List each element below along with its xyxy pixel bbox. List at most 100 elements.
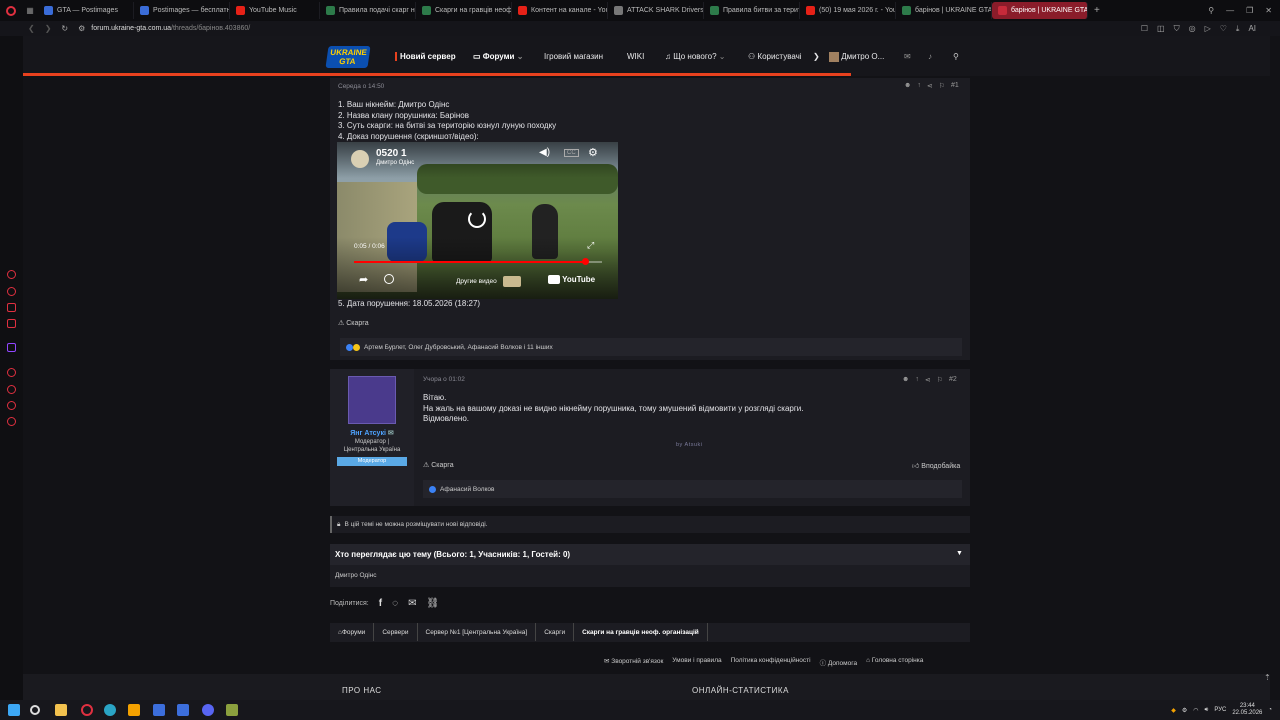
post-time[interactable]: Учора о 01:02 xyxy=(423,376,465,383)
browser-tab[interactable]: YouTube Music xyxy=(230,2,320,19)
lang-indicator[interactable]: РУС xyxy=(1214,707,1226,713)
sidebar-music-icon[interactable] xyxy=(7,368,16,377)
nav-shop[interactable]: Ігровий магазин xyxy=(544,52,603,61)
nav-new-server[interactable]: Новий сервер xyxy=(395,52,456,61)
video-scrubber[interactable] xyxy=(581,258,589,265)
report-link[interactable]: ⚠ Скарга xyxy=(338,319,369,327)
react-icon[interactable]: ☻ xyxy=(904,82,911,90)
tray-icon[interactable]: ⚙ xyxy=(1182,707,1187,714)
browser-tab[interactable]: Скарги на гравців неоф. xyxy=(416,2,512,19)
footer-link[interactable]: Умови і правила xyxy=(672,657,721,667)
sidebar-pin-icon[interactable] xyxy=(7,401,16,410)
footer-link[interactable]: Політика конфіденційності xyxy=(731,657,811,667)
nav-wiki[interactable]: WIKI xyxy=(627,52,644,61)
footer-link[interactable]: ⓘ Допомога xyxy=(820,657,857,667)
scroll-top-icon[interactable]: ⇡ xyxy=(1264,673,1271,682)
react-icon[interactable]: ☻ xyxy=(902,376,909,384)
footer-link[interactable]: ✉ Зворотній зв'язок xyxy=(604,657,663,667)
browser-tab[interactable]: GTA — Postimages xyxy=(38,2,134,19)
browser-tab[interactable]: (50) 19 мая 2026 г. - YouT xyxy=(800,2,896,19)
nav-user-account[interactable]: Дмитро О... xyxy=(829,52,884,62)
back-icon[interactable]: ❮ xyxy=(28,24,35,33)
browser-tab[interactable]: Правила битви за терито xyxy=(704,2,800,19)
sidebar-settings-icon[interactable] xyxy=(7,417,16,426)
sidebar-twitch-icon[interactable] xyxy=(7,343,16,352)
watch-later-icon[interactable] xyxy=(384,274,394,284)
report-link[interactable]: ⚠ Скарга xyxy=(423,461,454,469)
nav-forums[interactable]: ▭ Форуми ⌄ xyxy=(473,52,523,61)
forward-icon[interactable]: ❯ xyxy=(45,24,52,33)
user-avatar[interactable] xyxy=(348,376,396,424)
youtube-embed[interactable]: 0520 1 Дмитро Одінс ◀︎) CC ⚙ 0:05 / 0:06… xyxy=(337,142,618,299)
edge-icon[interactable] xyxy=(104,704,116,716)
search-taskbar-icon[interactable] xyxy=(30,705,40,715)
browser-tab[interactable]: Postimages — бесплатны xyxy=(134,2,230,19)
up-icon[interactable]: ↑ xyxy=(915,376,919,384)
collapse-icon[interactable]: ▼ xyxy=(956,550,963,557)
app-icon[interactable] xyxy=(153,704,165,716)
search-tabs-icon[interactable]: ⚲ xyxy=(1208,6,1214,15)
heart-icon[interactable]: ♡ xyxy=(1220,24,1227,34)
youtube-logo[interactable]: YouTube xyxy=(548,275,595,285)
breadcrumb-item[interactable]: Сервер №1 [Центральна Україна] xyxy=(418,623,537,641)
video-channel[interactable]: Дмитро Одінс xyxy=(376,160,414,166)
wifi-icon[interactable]: ◠ xyxy=(1193,707,1198,714)
facebook-icon[interactable]: f xyxy=(379,598,382,609)
search-icon[interactable]: ⚲ xyxy=(953,52,959,61)
other-videos-button[interactable]: Другие видео xyxy=(456,276,521,287)
clock[interactable]: 23:44 22.05.2026 xyxy=(1232,703,1262,717)
bookmark-icon[interactable]: ⚐ xyxy=(937,376,943,384)
shield-icon[interactable]: ⛉ xyxy=(1174,24,1180,34)
maximize-icon[interactable]: ❐ xyxy=(1246,6,1253,15)
share-icon[interactable]: ⋖ xyxy=(927,82,933,90)
site-logo[interactable]: UKRAINE GTA xyxy=(325,46,371,68)
breadcrumb-item[interactable]: Скарги на гравців неоф. організацій xyxy=(574,623,708,641)
breadcrumb-item[interactable]: Сервери xyxy=(374,623,418,641)
post-time[interactable]: Середа о 14:50 xyxy=(338,83,384,90)
up-icon[interactable]: ↑ xyxy=(917,82,921,90)
video-title[interactable]: 0520 1 xyxy=(376,148,407,159)
opera-menu-icon[interactable] xyxy=(0,0,22,21)
replay-icon[interactable] xyxy=(468,210,486,228)
nav-scroll-right-icon[interactable]: ❯ xyxy=(813,52,820,61)
volume-icon[interactable]: ◀︎) xyxy=(539,147,550,158)
sidebar-history-icon[interactable] xyxy=(7,385,16,394)
link-icon[interactable]: ⛓ xyxy=(426,598,439,609)
reload-icon[interactable]: ↻ xyxy=(61,24,68,33)
url-field[interactable]: forum.ukraine-gta.com.ua/threads/барінов… xyxy=(91,25,250,32)
fullscreen-icon[interactable]: ⤢ xyxy=(587,240,594,251)
share-video-icon[interactable]: ➦ xyxy=(359,273,368,286)
app-icon[interactable] xyxy=(226,704,238,716)
settings-icon[interactable]: ⚙ xyxy=(588,146,598,159)
share-icon[interactable]: ⋖ xyxy=(925,376,931,384)
breadcrumb-item[interactable]: Скарги xyxy=(536,623,575,641)
discord-icon[interactable] xyxy=(202,704,214,716)
post-number[interactable]: #2 xyxy=(949,376,957,384)
tray-icon[interactable]: ◆ xyxy=(1171,707,1176,714)
volume-tray-icon[interactable]: 🔊︎ xyxy=(1205,707,1209,714)
whatsapp-icon[interactable]: ◌ xyxy=(392,598,398,609)
browser-tab[interactable]: барінов | UKRAINE GTA xyxy=(896,2,992,19)
explorer-icon[interactable] xyxy=(55,704,67,716)
opera-taskbar-icon[interactable] xyxy=(81,704,93,716)
sidebar-shop-icon[interactable] xyxy=(7,287,16,296)
post-number[interactable]: #1 xyxy=(951,82,959,90)
footer-link[interactable]: ⌂ Головна сторінка xyxy=(866,657,923,667)
reaction-bar[interactable]: Афанасий Волков xyxy=(423,480,962,498)
sidebar-app-icon[interactable] xyxy=(7,319,16,328)
notification-icon[interactable]: ◔ xyxy=(1268,707,1272,713)
browser-tab[interactable]: барінов | UKRAINE GTA - xyxy=(992,2,1088,19)
breadcrumb-item[interactable]: ⌂ Форуми xyxy=(330,623,375,641)
reaction-bar[interactable]: Артем Бурлет, Олег Дубровський, Афанасий… xyxy=(340,338,962,356)
app-icon[interactable] xyxy=(177,704,189,716)
browser-tab[interactable]: ATTACK SHARK Drivers, I xyxy=(608,2,704,19)
bookmark-icon[interactable]: ☐ xyxy=(1141,24,1148,34)
camera-icon[interactable]: ◫ xyxy=(1157,24,1165,34)
sidebar-instagram-icon[interactable] xyxy=(7,303,16,312)
new-tab-button[interactable]: + xyxy=(1088,5,1106,16)
channel-avatar[interactable] xyxy=(351,150,369,168)
close-window-icon[interactable]: ✕ xyxy=(1265,6,1272,15)
like-button[interactable]: 👍︎ Вподобайка xyxy=(912,461,960,470)
captions-icon[interactable]: CC xyxy=(564,149,579,157)
app-icon[interactable] xyxy=(128,704,140,716)
